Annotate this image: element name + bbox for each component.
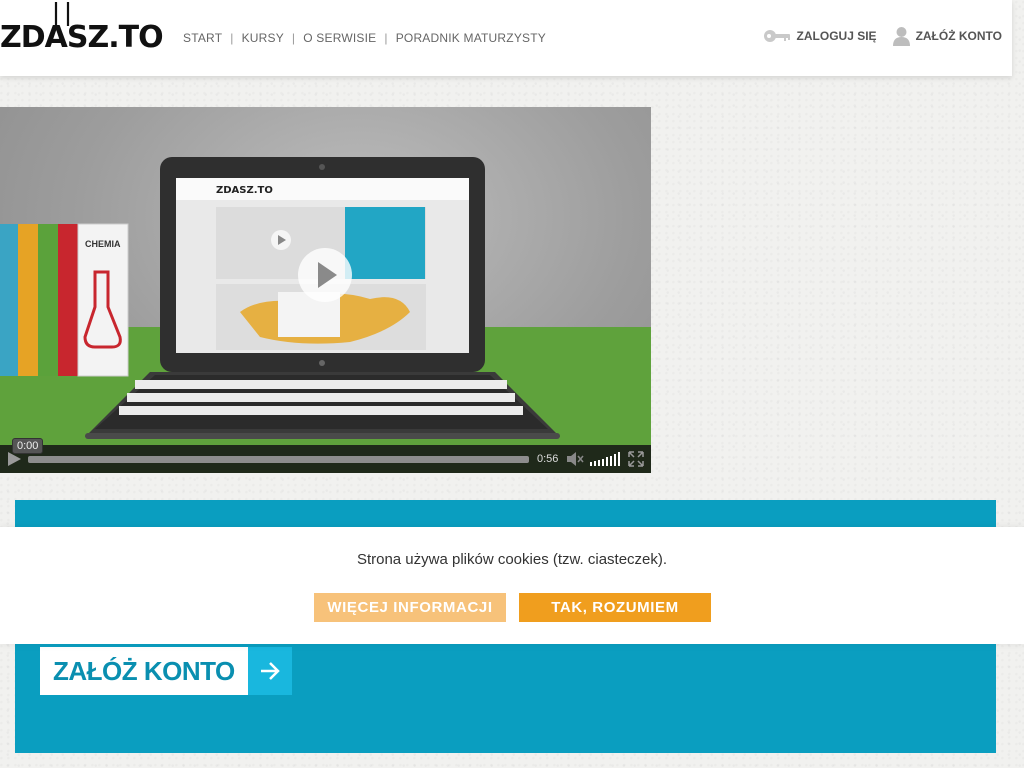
nav-item-start[interactable]: START — [183, 31, 222, 45]
user-icon — [892, 27, 910, 46]
screen-logo: ZDASZ.TO — [216, 185, 273, 196]
login-label: ZALOGUJ SIĘ — [796, 29, 877, 43]
play-icon[interactable] — [7, 452, 21, 466]
site-logo[interactable]: ZDASZ.TO — [0, 2, 164, 55]
nav-item-poradnik[interactable]: PORADNIK MATURZYSTY — [396, 31, 546, 45]
progress-bar[interactable] — [28, 456, 529, 463]
main-nav: START | KURSY | O SERWISIE | PORADNIK MA… — [183, 31, 546, 45]
nav-item-kursy[interactable]: KURSY — [242, 31, 284, 45]
create-account-label: ZAŁÓŻ KONTO — [40, 647, 248, 695]
nav-separator: | — [384, 31, 388, 45]
more-info-button[interactable]: WIĘCEJ INFORMACJI — [314, 593, 506, 622]
video-duration: 0:56 — [537, 453, 559, 465]
current-time-tooltip: 0:00 — [12, 438, 44, 454]
login-link[interactable]: ZALOGUJ SIĘ — [763, 29, 877, 43]
nav-item-o-serwisie[interactable]: O SERWISIE — [303, 31, 376, 45]
volume-slider[interactable] — [590, 452, 624, 466]
create-account-button[interactable]: ZAŁÓŻ KONTO — [40, 647, 292, 695]
register-link[interactable]: ZAŁÓŻ KONTO — [892, 26, 1002, 46]
accept-cookies-button[interactable]: TAK, ROZUMIEM — [519, 593, 711, 622]
site-header: ZDASZ.TO START | KURSY | O SERWISIE | PO… — [0, 0, 1012, 76]
logo-text: ZDASZ.TO — [0, 20, 164, 55]
big-play-button[interactable] — [297, 247, 353, 303]
cookie-message: Strona używa plików cookies (tzw. ciaste… — [356, 551, 668, 568]
cookie-banner: Strona używa plików cookies (tzw. ciaste… — [0, 527, 1024, 644]
key-icon — [763, 30, 790, 42]
nav-separator: | — [291, 31, 296, 45]
video-controls: 0:56 — [0, 445, 651, 473]
register-label: ZAŁÓŻ KONTO — [915, 29, 1002, 43]
arrow-right-icon — [247, 647, 292, 695]
nav-separator: | — [230, 31, 234, 45]
volume-icon[interactable] — [566, 451, 584, 467]
video-player[interactable]: CHEMIA ZDASZ.TO 0:56 0:00 — [0, 107, 651, 473]
fullscreen-icon[interactable] — [628, 451, 644, 467]
book-chemia-title: CHEMIA — [85, 239, 121, 249]
user-links: ZALOGUJ SIĘ ZAŁÓŻ KONTO — [763, 26, 1002, 46]
